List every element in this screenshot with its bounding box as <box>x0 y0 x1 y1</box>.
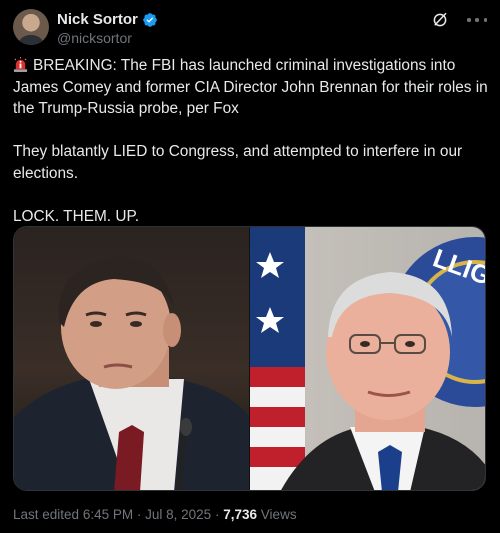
more-options-icon[interactable] <box>467 11 487 29</box>
avatar[interactable] <box>13 9 49 45</box>
author-handle[interactable]: @nicksortor <box>57 30 132 46</box>
post-paragraph-2: They blatantly LIED to Congress, and att… <box>13 141 490 184</box>
post-line-3: LOCK. THEM. UP. <box>13 207 140 225</box>
views-count: 7,736 <box>223 507 258 522</box>
post-media[interactable]: LLIGE <box>13 226 486 491</box>
post-line-2: They blatantly LIED to Congress, and att… <box>13 143 467 182</box>
verified-badge-icon <box>143 12 157 27</box>
views-label: Views <box>260 507 297 522</box>
grok-icon[interactable] <box>431 11 449 29</box>
siren-emoji-icon <box>13 57 28 72</box>
post-time[interactable]: 6:45 PM <box>83 507 133 522</box>
meta-separator: · <box>136 507 142 522</box>
post-text: BREAKING: The FBI has launched criminal … <box>13 55 490 227</box>
post-date[interactable]: Jul 8, 2025 <box>145 507 211 522</box>
post-paragraph-3: LOCK. THEM. UP. <box>13 206 490 228</box>
post-card: Nick Sortor @nicksortor BREAKING: The FB… <box>0 0 500 533</box>
comey-photo <box>14 256 249 490</box>
meta-separator-2: · <box>214 507 220 522</box>
edited-label[interactable]: Last edited <box>13 507 79 522</box>
author-display-name[interactable]: Nick Sortor <box>57 11 138 28</box>
author-name-row: Nick Sortor <box>57 11 158 28</box>
post-line-1: BREAKING: The FBI has launched criminal … <box>13 57 493 117</box>
brennan-photo: LLIGE <box>249 227 485 490</box>
photo-left[interactable] <box>14 227 249 490</box>
post-header: Nick Sortor @nicksortor <box>13 9 487 49</box>
header-actions <box>431 11 487 29</box>
post-meta: Last edited 6:45 PM · Jul 8, 2025 · 7,73… <box>13 507 297 522</box>
post-paragraph-1: BREAKING: The FBI has launched criminal … <box>13 55 490 120</box>
photo-right[interactable]: LLIGE <box>248 227 485 490</box>
